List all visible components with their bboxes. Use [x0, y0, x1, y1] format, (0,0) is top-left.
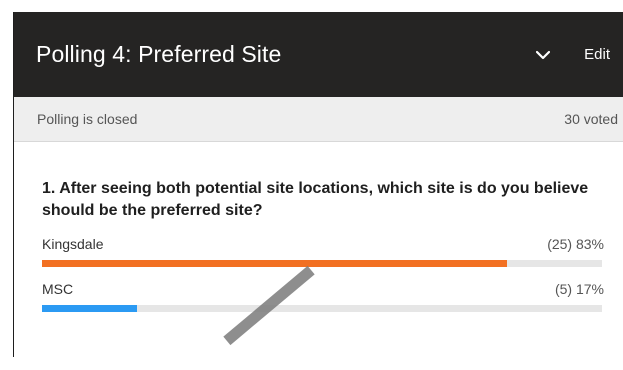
result-bar-track [42, 305, 602, 312]
option-result: (25) 83% [547, 236, 604, 252]
result-bar-track [42, 260, 602, 267]
poll-status-text: Polling is closed [37, 111, 138, 127]
poll-panel: Polling 4: Preferred Site Edit Polling i… [13, 12, 623, 357]
chevron-down-icon[interactable] [532, 44, 554, 66]
option-result: (5) 17% [554, 281, 604, 297]
question-text: 1. After seeing both potential site loca… [42, 180, 589, 219]
poll-title: Polling 4: Preferred Site [36, 41, 282, 67]
option-msc: MSC (5) 17% [42, 281, 604, 312]
poll-status-bar: Polling is closed 30 voted [14, 97, 623, 142]
option-label: Kingsdale [42, 236, 104, 252]
result-bar-fill [42, 260, 507, 267]
option-label: MSC [42, 281, 74, 297]
edit-button[interactable]: Edit [584, 46, 610, 63]
vote-count: 30 voted [564, 111, 618, 127]
result-bar-fill [42, 305, 138, 312]
option-kingsdale: Kingsdale (25) 83% [42, 236, 604, 267]
poll-header: Polling 4: Preferred Site Edit [14, 12, 623, 97]
question-area: 1. After seeing both potential site loca… [14, 142, 623, 312]
